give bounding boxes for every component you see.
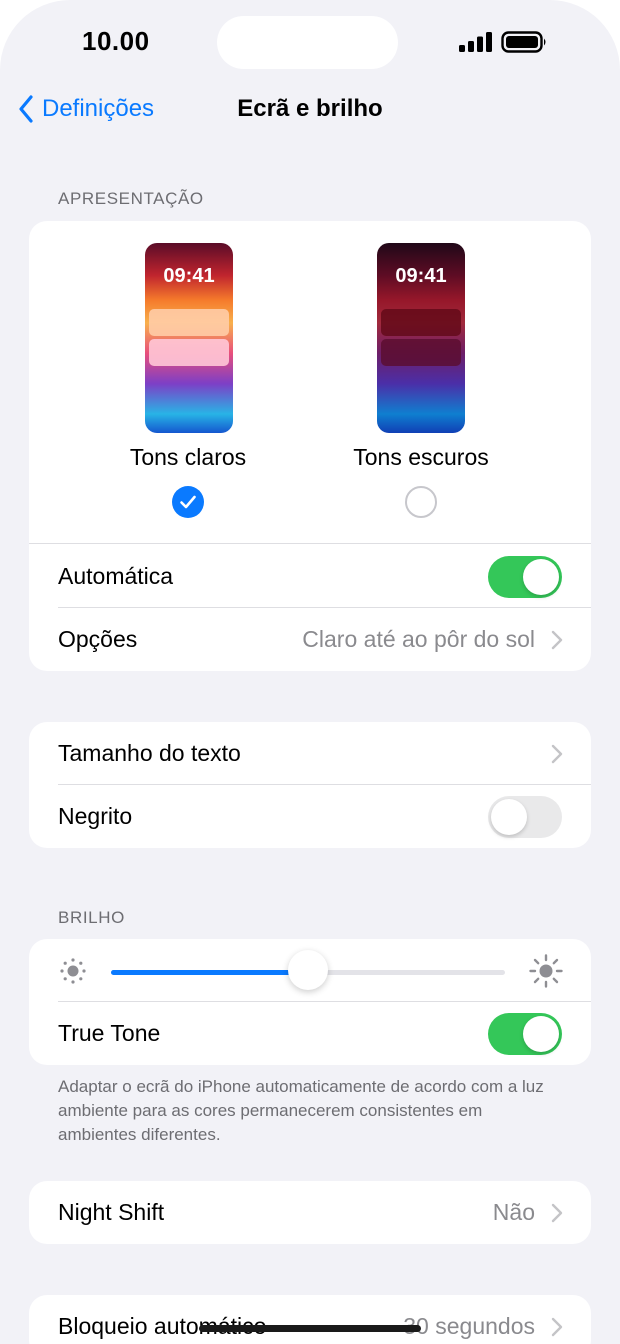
- bold-toggle[interactable]: [488, 796, 562, 838]
- text-size-row[interactable]: Tamanho do texto: [29, 722, 591, 785]
- bold-label: Negrito: [58, 803, 133, 829]
- night-shift-value: Não: [492, 1199, 535, 1225]
- status-time: 10.00: [82, 26, 150, 56]
- dark-preview-time: 09:41: [395, 265, 447, 287]
- light-mode-label: Tons claros: [129, 444, 247, 470]
- light-mode-preview[interactable]: 09:41: [145, 243, 233, 433]
- options-value: Claro até ao pôr do sol: [302, 626, 535, 652]
- chevron-right-icon: [551, 744, 563, 764]
- automatic-toggle[interactable]: [488, 556, 562, 598]
- options-row[interactable]: Opções Claro até ao pôr do sol: [29, 608, 591, 671]
- night-shift-card: Night Shift Não: [29, 1181, 591, 1244]
- dark-mode-radio[interactable]: [405, 486, 437, 518]
- automatic-label: Automática: [58, 563, 174, 589]
- automatic-row[interactable]: Automática: [29, 545, 591, 608]
- chevron-right-icon: [551, 1203, 563, 1223]
- auto-lock-row[interactable]: Bloqueio automático 30 segundos: [29, 1295, 591, 1344]
- sun-small-icon: [60, 958, 86, 984]
- dark-preview-notification: [381, 309, 461, 336]
- cellular-signal-icon: [459, 32, 492, 52]
- home-indicator[interactable]: [199, 1325, 421, 1332]
- text-size-label: Tamanho do texto: [58, 740, 241, 766]
- night-shift-label: Night Shift: [58, 1199, 165, 1225]
- appearance-section-header: APRESENTAÇÃO: [58, 189, 204, 208]
- divider: [29, 543, 591, 544]
- brightness-section-header: BRILHO: [58, 908, 125, 927]
- light-preview-time: 09:41: [163, 265, 215, 287]
- options-label: Opções: [58, 626, 138, 652]
- true-tone-toggle[interactable]: [488, 1013, 562, 1055]
- brightness-slider-thumb[interactable]: [288, 950, 328, 990]
- battery-icon: [501, 31, 546, 53]
- light-preview-notification: [149, 309, 229, 336]
- settings-screen: 10.00 Definições Ecrã e brilho APRESENTA…: [0, 0, 620, 1344]
- brightness-slider-fill: [111, 970, 308, 975]
- night-shift-row[interactable]: Night Shift Não: [29, 1181, 591, 1244]
- chevron-right-icon: [551, 630, 563, 650]
- true-tone-label: True Tone: [58, 1020, 161, 1046]
- dark-mode-label: Tons escuros: [353, 444, 489, 470]
- auto-lock-value: 30 segundos: [403, 1313, 535, 1339]
- brightness-card: True Tone: [29, 939, 591, 1065]
- checkmark-icon: [180, 495, 196, 509]
- auto-lock-label: Bloqueio automático: [58, 1313, 267, 1339]
- sun-large-icon: [529, 954, 563, 988]
- dark-mode-preview[interactable]: 09:41: [377, 243, 465, 433]
- appearance-card: 09:41 Tons claros 09:41 Tons escuros Aut: [29, 221, 591, 671]
- text-settings-card: Tamanho do texto Negrito: [29, 722, 591, 848]
- dark-preview-notification: [381, 339, 461, 366]
- dynamic-island: [217, 16, 398, 69]
- true-tone-footnote: Adaptar o ecrã do iPhone automaticamente…: [58, 1077, 544, 1144]
- auto-lock-card: Bloqueio automático 30 segundos: [29, 1295, 591, 1344]
- true-tone-row[interactable]: True Tone: [29, 1002, 591, 1065]
- chevron-right-icon: [551, 1317, 563, 1337]
- light-preview-notification: [149, 339, 229, 366]
- page-title: Ecrã e brilho: [237, 95, 383, 122]
- light-mode-radio[interactable]: [172, 486, 204, 518]
- bold-row[interactable]: Negrito: [29, 785, 591, 848]
